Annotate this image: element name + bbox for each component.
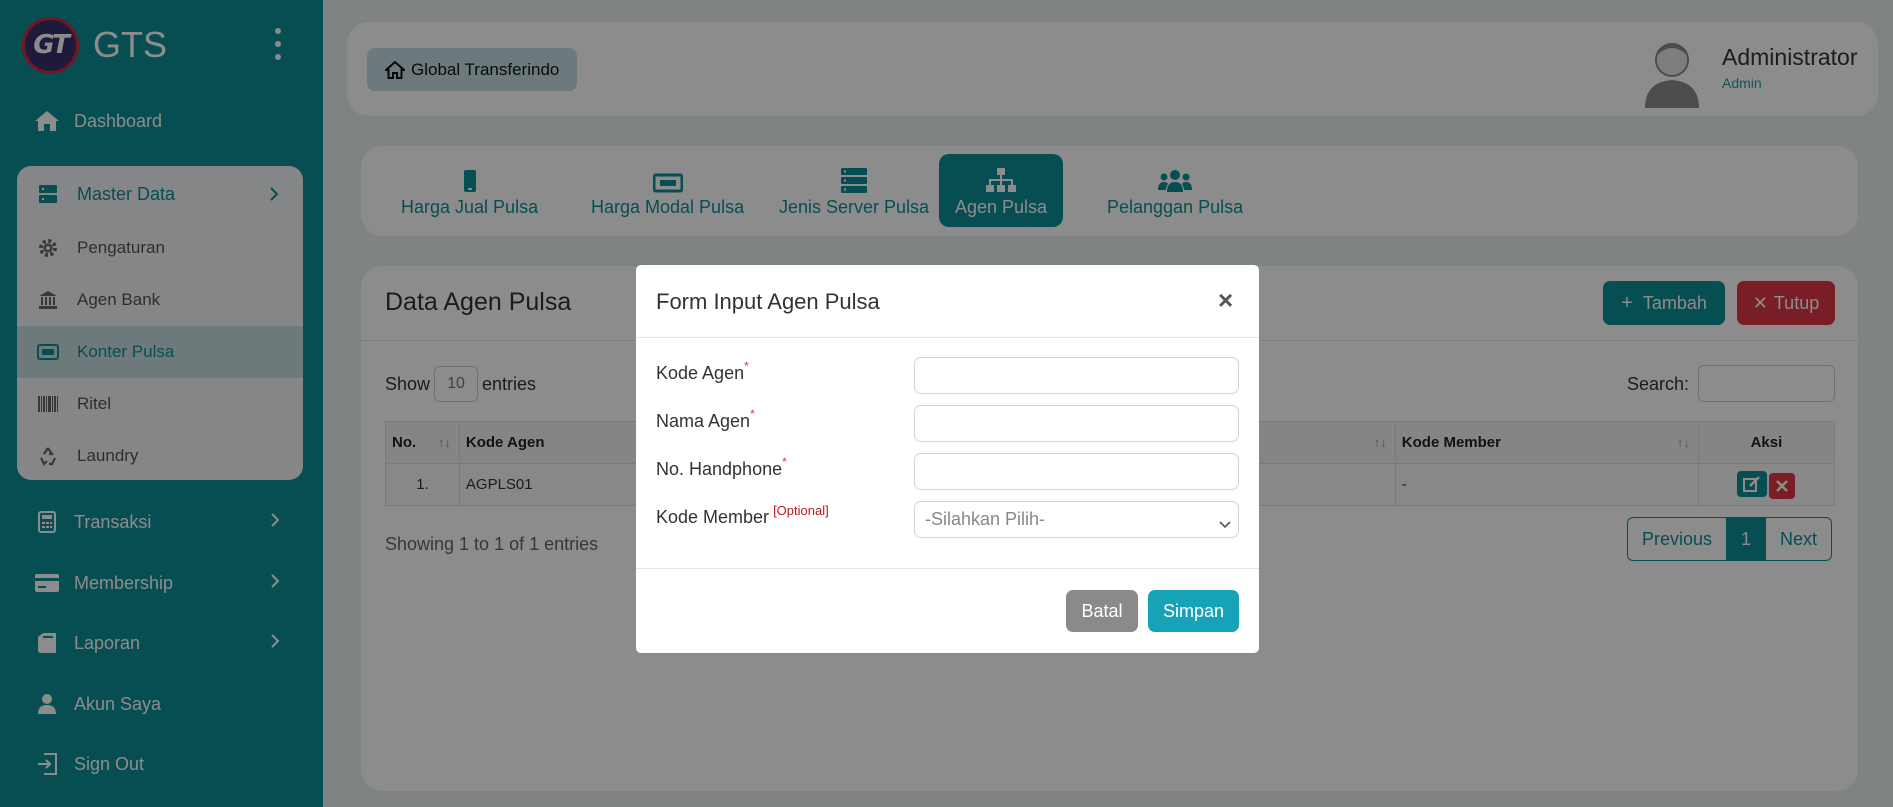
modal-close-icon[interactable]: × (1218, 285, 1233, 316)
divider (636, 337, 1259, 338)
field-label: No. Handphone (656, 459, 783, 479)
field-label: Kode Member (656, 507, 770, 527)
chevron-down-icon (1218, 514, 1232, 535)
field-label: Nama Agen (656, 411, 751, 431)
kode-agen-label: Kode Agen* (656, 359, 749, 384)
required-mark: * (744, 359, 749, 373)
kode-member-label: Kode Member [Optional] (656, 503, 829, 528)
no-handphone-input[interactable] (914, 453, 1239, 490)
nama-agen-label: Nama Agen* (656, 407, 755, 432)
form-modal: Form Input Agen Pulsa × Kode Agen* Nama … (636, 265, 1259, 653)
form-row-nama-agen: Nama Agen* (656, 405, 1239, 443)
kode-agen-input[interactable] (914, 357, 1239, 394)
form-row-kode-agen: Kode Agen* (656, 357, 1239, 395)
kode-member-select[interactable]: -Silahkan Pilih- (914, 501, 1239, 538)
save-button[interactable]: Simpan (1148, 590, 1239, 632)
modal-title: Form Input Agen Pulsa (656, 289, 880, 314)
nama-agen-input[interactable] (914, 405, 1239, 442)
select-placeholder: -Silahkan Pilih- (925, 509, 1046, 529)
divider (636, 568, 1259, 569)
no-handphone-label: No. Handphone* (656, 455, 787, 480)
required-mark: * (782, 455, 787, 469)
form-row-kode-member: Kode Member [Optional] -Silahkan Pilih- (656, 501, 1239, 539)
form-row-no-handphone: No. Handphone* (656, 453, 1239, 491)
optional-mark: [Optional] (773, 503, 829, 518)
cancel-button[interactable]: Batal (1066, 590, 1138, 632)
required-mark: * (750, 407, 755, 421)
field-label: Kode Agen (656, 363, 745, 383)
